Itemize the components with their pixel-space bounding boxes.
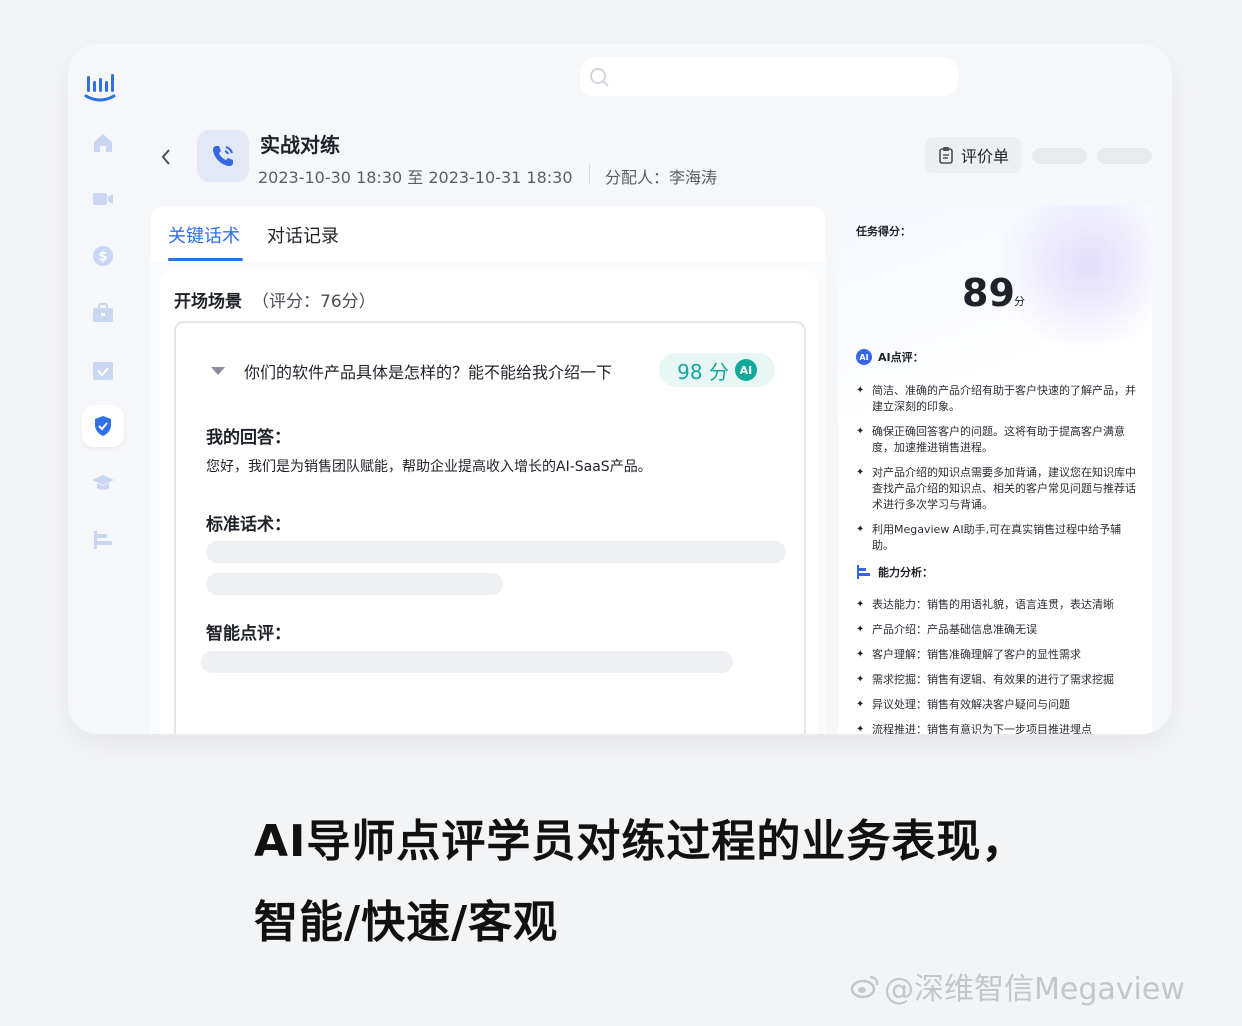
phone-call-icon [213, 146, 233, 166]
ai-review-header: AI AI点评： [856, 349, 924, 365]
evaluation-sheet-label: 评价单 [960, 147, 1009, 166]
ability-item: 需求挖掘：销售有逻辑、有效果的进行了需求挖掘 [856, 672, 1136, 688]
main-panel: 关键话术 对话记录 开场场景 （评分：76分） 你们的软件产品具体是怎样的？能不能… [150, 206, 826, 734]
header-action-placeholder[interactable] [1032, 148, 1087, 164]
scenario-title: 开场场景 [174, 292, 242, 312]
svg-text:$: $ [98, 250, 107, 265]
ability-item: 流程推进：销售有意识为下一步项目推进埋点 [856, 722, 1136, 734]
sidebar-item-video[interactable] [82, 178, 124, 220]
weibo-logo-icon [850, 975, 879, 999]
standard-phrase-placeholder [206, 541, 786, 563]
header-divider [589, 164, 590, 184]
chevron-left-icon [161, 149, 170, 165]
watermark-text: @深维智信Megaview [884, 972, 1185, 1007]
smart-review-placeholder [201, 651, 733, 673]
question-score-badge: 98 分 AI [659, 353, 775, 387]
video-icon [93, 193, 113, 205]
dollar-icon: $ [93, 246, 113, 266]
ability-item: 异议处理：销售有效解决客户疑问与问题 [856, 697, 1136, 713]
sidebar-item-reports[interactable] [82, 519, 124, 561]
scenario-score: （评分：76分） [252, 292, 376, 312]
caption-line-2: 智能/快速/客观 [254, 897, 559, 948]
sidebar-item-academy[interactable] [82, 462, 124, 504]
caret-down-icon[interactable] [210, 366, 226, 376]
ai-review-point: 确保正确回答客户的问题。这将有助于提高客户满意度，加速推进销售进程。 [856, 424, 1136, 456]
sidebar-item-home[interactable] [82, 122, 124, 164]
task-time-range: 2023-10-30 18:30 至 2023-10-31 18:30 [258, 168, 573, 187]
briefcase-icon [93, 303, 113, 322]
shield-check-icon [95, 416, 111, 436]
bar-list-icon [94, 531, 112, 549]
question-card: 你们的软件产品具体是怎样的？能不能给我介绍一下 98 分 AI 我的回答： 您好… [174, 321, 806, 734]
scenario-section: 开场场景 （评分：76分） 你们的软件产品具体是怎样的？能不能给我介绍一下 98 … [160, 271, 818, 734]
task-score-label: 任务得分： [856, 225, 911, 238]
clipboard-icon [939, 147, 953, 164]
ability-item: 客户理解：销售准确理解了客户的显性需求 [856, 647, 1136, 663]
ai-review-point: 利用Megaview AI助手,可在真实销售过程中给予辅助。 [856, 522, 1136, 554]
header-action-placeholder[interactable] [1097, 148, 1152, 164]
ai-review-point: 对产品介绍的知识点需要多加背诵，建议您在知识库中查找产品介绍的知识点、相关的客户… [856, 465, 1136, 513]
ai-icon: AI [856, 349, 872, 365]
page-title: 实战对练 [260, 133, 340, 157]
graduation-cap-icon [92, 475, 114, 490]
search-icon [590, 68, 609, 87]
ability-item: 表达能力：销售的用语礼貌，语言连贯，表达清晰 [856, 597, 1136, 613]
question-score: 98 分 [677, 359, 729, 384]
task-score-unit: 分 [1014, 295, 1025, 308]
tab-bar: 关键话术 对话记录 [150, 206, 826, 262]
my-answer-text: 您好，我们是为销售团队赋能，帮助企业提高收入增长的AI-SaaS产品。 [206, 459, 652, 475]
task-score: 89 [962, 271, 1015, 315]
ability-header: 能力分析： [856, 564, 933, 580]
sidebar-item-briefcase[interactable] [82, 292, 124, 334]
home-icon [94, 134, 112, 152]
assignee: 分配人：李海涛 [605, 168, 718, 187]
ai-badge-icon: AI [734, 359, 757, 381]
ability-chart-icon [857, 565, 870, 579]
sidebar-item-finance[interactable]: $ [82, 235, 124, 277]
watermark: @深维智信Megaview [850, 964, 1185, 1008]
sidebar: $ [68, 44, 130, 734]
back-button[interactable] [160, 146, 178, 168]
calendar-check-icon [93, 362, 113, 380]
ability-item: 产品介绍：产品基础信息准确无误 [856, 622, 1136, 638]
ai-review-point: 简洁、准确的产品介绍有助于客户快速的了解产品，并建立深刻的印象。 [856, 383, 1136, 415]
ai-review-label: AI点评： [878, 351, 924, 364]
search-input[interactable] [580, 58, 958, 96]
app-window: $ 实战对练 2023-10-30 18:30 至 2023-10-31 18:… [68, 44, 1172, 734]
question-text: 你们的软件产品具体是怎样的？能不能给我介绍一下 [244, 363, 613, 382]
my-answer-label: 我的回答： [206, 428, 291, 448]
app-logo-icon [84, 70, 116, 104]
active-tab-indicator [168, 258, 243, 261]
standard-phrase-placeholder [206, 573, 503, 595]
caption-line-1: AI导师点评学员对练过程的业务表现， [254, 816, 1027, 867]
sidebar-item-calendar[interactable] [82, 349, 124, 391]
task-type-badge [197, 130, 249, 182]
scenario-header: 开场场景 （评分：76分） [174, 287, 376, 312]
smart-review-label: 智能点评： [206, 624, 291, 644]
standard-phrase-label: 标准话术： [206, 515, 291, 535]
evaluation-sheet-button[interactable]: 评价单 [925, 137, 1021, 173]
sidebar-item-training[interactable] [82, 405, 124, 447]
tab-key-phrases[interactable]: 关键话术 [168, 222, 240, 248]
tab-conversation-log[interactable]: 对话记录 [267, 222, 339, 248]
ability-label: 能力分析： [878, 566, 933, 579]
review-panel: 任务得分： 89 分 AI AI点评： 简洁、准确的产品介绍有助于客户快速的了解… [838, 205, 1152, 734]
